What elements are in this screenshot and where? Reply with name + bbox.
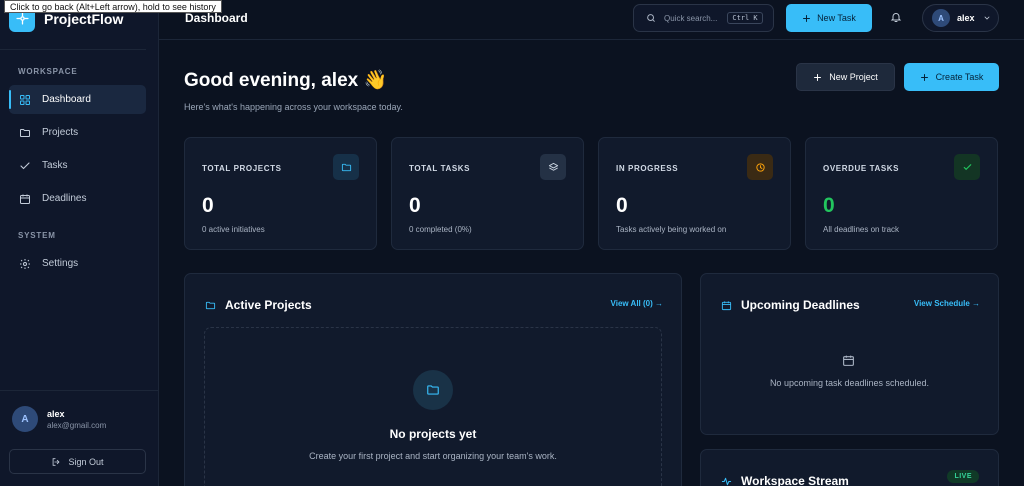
sidebar-item-tasks[interactable]: Tasks [9,151,146,180]
search-icon [647,14,655,22]
stat-card-total-projects: TOTAL PROJECTS 0 0 active initiatives [184,137,377,250]
plus-icon [920,73,928,81]
sidebar-item-label: Tasks [42,160,68,171]
panel-title: Active Projects [205,298,312,312]
workspace-stream-panel: Workspace Stream LIVE [700,449,999,486]
new-task-button[interactable]: New Task [786,4,872,32]
create-task-label: Create Task [935,72,984,82]
search-placeholder: Quick search... [664,13,718,23]
stat-card-overdue-tasks: OVERDUE TASKS 0 All deadlines on track [805,137,998,250]
new-project-label: New Project [829,72,878,82]
user-email: alex@gmail.com [47,420,107,430]
plus-icon [814,73,822,81]
stat-card-total-tasks: TOTAL TASKS 0 0 completed (0%) [391,137,584,250]
sidebar-user[interactable]: A alex alex@gmail.com [12,406,106,432]
view-schedule-link[interactable]: View Schedule → [914,299,980,308]
sidebar-divider [0,390,158,391]
calendar-icon [721,300,732,310]
calendar-icon [20,194,30,204]
clock-icon [747,154,773,180]
panel-title: Workspace Stream [721,474,849,486]
activity-icon [721,477,732,485]
panel-title: Upcoming Deadlines [721,298,860,312]
stat-value: 0 [409,194,421,217]
stat-label: IN PROGRESS [616,164,679,173]
search-input[interactable]: Quick search... Ctrl K [633,4,774,32]
bell-icon[interactable] [890,11,902,23]
sidebar-item-projects[interactable]: Projects [9,118,146,147]
stat-subtext: 0 active initiatives [202,225,265,234]
page-title: Dashboard [185,11,248,25]
layers-icon [540,154,566,180]
live-badge: LIVE [947,470,979,483]
sidebar: ProjectFlow WORKSPACE Dashboard Projects… [0,0,159,486]
sidebar-item-label: Dashboard [42,94,91,105]
back-button-tooltip: Click to go back (Alt+Left arrow), hold … [4,0,222,13]
stat-subtext: All deadlines on track [823,225,900,234]
active-projects-title: Active Projects [225,298,312,312]
view-all-projects-link[interactable]: View All (0) → [611,299,663,308]
folder-icon [413,370,453,410]
search-shortcut: Ctrl K [727,12,763,24]
stat-label: TOTAL TASKS [409,164,471,173]
new-project-button[interactable]: New Project [796,63,895,91]
calendar-icon [843,355,854,366]
plus-icon [803,14,811,22]
chevron-down-icon [984,16,989,20]
stat-value: 0 [202,194,214,217]
stat-subtext: Tasks actively being worked on [616,225,727,234]
avatar: A [12,406,38,432]
workspace-stream-title: Workspace Stream [741,474,849,486]
sidebar-item-label: Settings [42,258,79,269]
avatar: A [932,9,950,27]
sidebar-item-settings[interactable]: Settings [9,249,146,278]
sign-out-button[interactable]: Sign Out [9,449,146,474]
greeting-subtitle: Here's what's happening across your work… [184,102,403,112]
greeting-title: Good evening, alex 👋 [184,70,388,91]
sidebar-item-label: Projects [42,127,79,138]
empty-state-subtitle: Create your first project and start orga… [309,451,557,461]
section-label-workspace: WORKSPACE [18,67,78,76]
stat-subtext: 0 completed (0%) [409,225,472,234]
section-label-system: SYSTEM [18,231,56,240]
upcoming-deadlines-panel: Upcoming Deadlines View Schedule → No up… [700,273,999,435]
deadlines-empty-text: No upcoming task deadlines scheduled. [769,378,930,388]
folder-icon [20,128,30,137]
topbar: Dashboard Quick search... Ctrl K New Tas… [159,0,1024,40]
sidebar-item-label: Deadlines [42,193,87,204]
stat-value: 0 [616,194,628,217]
deadlines-title: Upcoming Deadlines [741,298,860,312]
check-icon [954,154,980,180]
logout-icon [53,457,60,466]
sidebar-item-dashboard[interactable]: Dashboard [9,85,146,114]
user-menu[interactable]: A alex [922,4,999,32]
gear-icon [20,258,30,269]
stat-label: OVERDUE TASKS [823,164,900,173]
sign-out-label: Sign Out [68,456,104,467]
sidebar-item-deadlines[interactable]: Deadlines [9,184,146,213]
grid-icon [20,94,30,105]
active-projects-panel: Active Projects View All (0) → No projec… [184,273,682,486]
stat-label: TOTAL PROJECTS [202,164,282,173]
stat-card-in-progress: IN PROGRESS 0 Tasks actively being worke… [598,137,791,250]
stat-value: 0 [823,194,835,217]
projects-empty-state: No projects yet Create your first projec… [204,327,662,486]
user-menu-name: alex [957,13,975,23]
new-task-label: New Task [817,13,856,23]
check-icon [20,161,30,169]
folder-icon [205,301,216,309]
folder-icon [333,154,359,180]
user-name: alex [47,408,65,419]
create-task-button[interactable]: Create Task [904,63,999,91]
empty-state-title: No projects yet [389,427,477,441]
